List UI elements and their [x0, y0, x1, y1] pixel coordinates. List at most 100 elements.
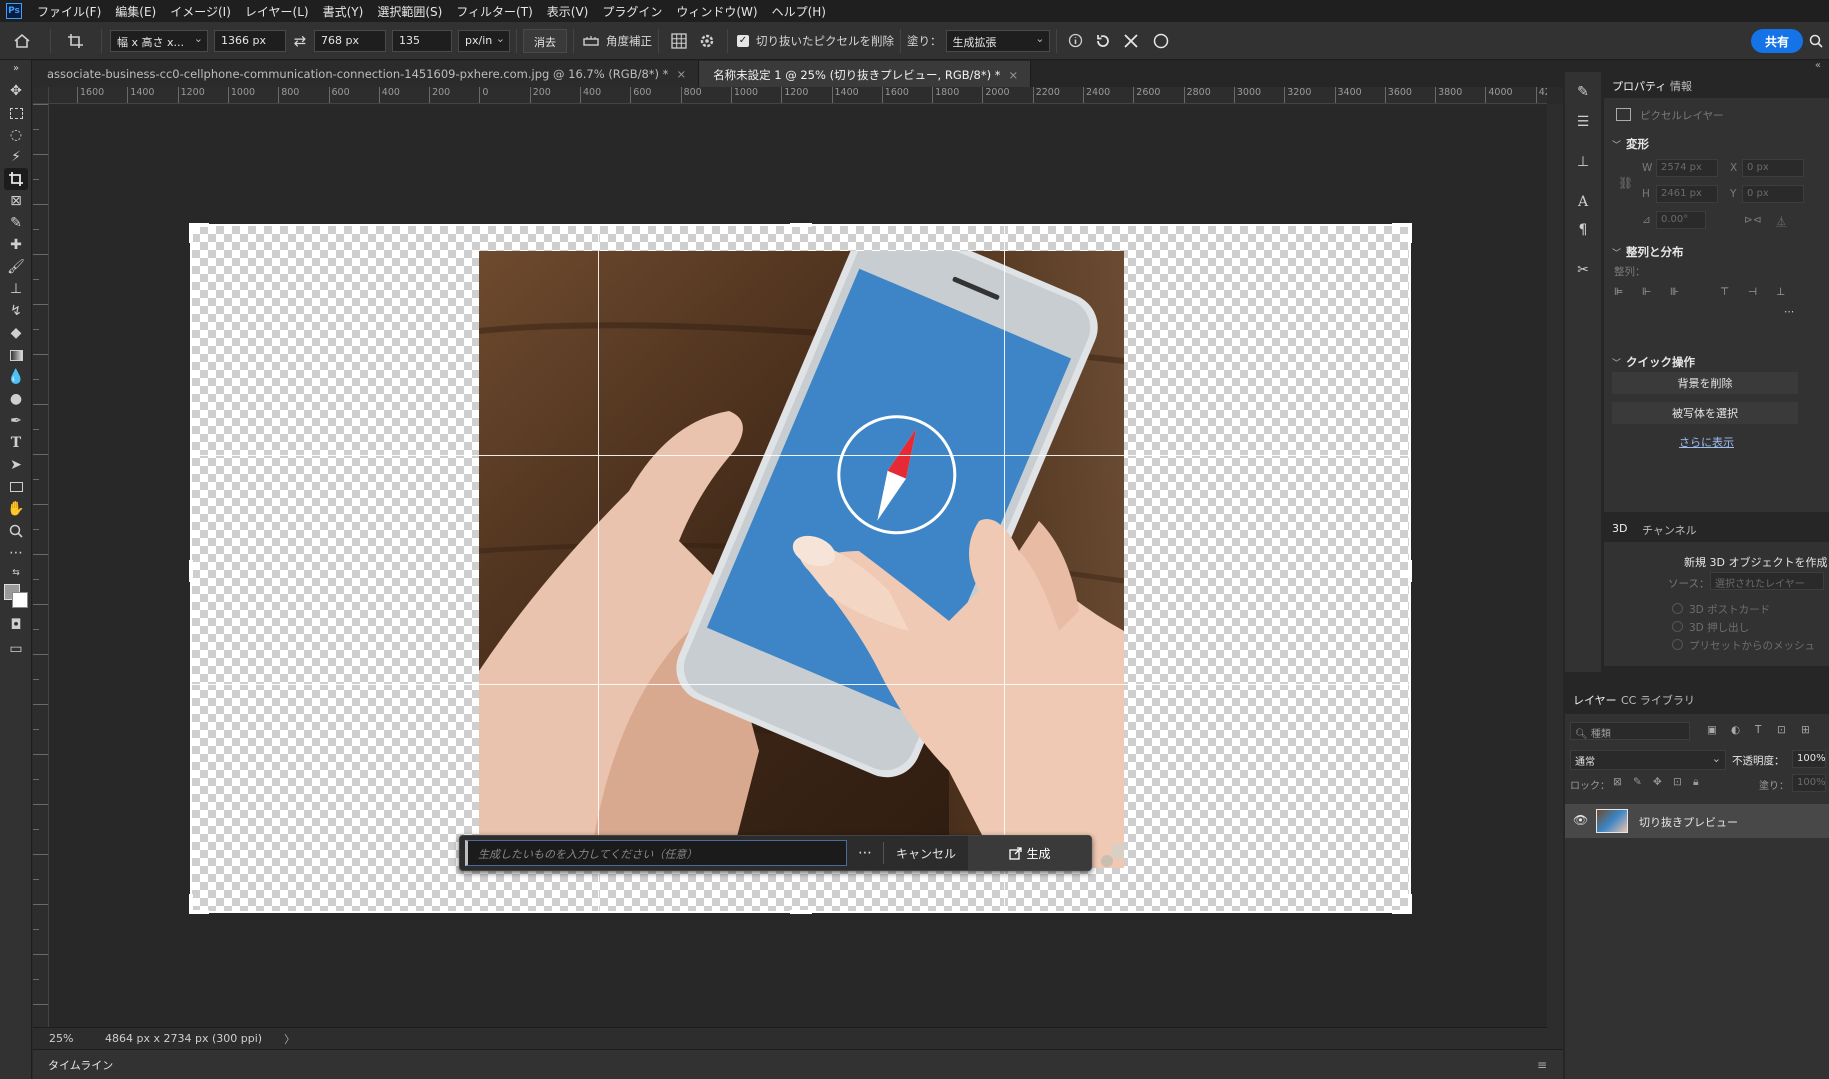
move-tool-icon[interactable]: ✥ [4, 80, 28, 102]
home-icon[interactable] [0, 28, 44, 54]
postcard-radio[interactable]: 3D ポストカード [1672, 602, 1770, 617]
lock-artboard-icon[interactable]: ⊡ [1673, 776, 1682, 788]
fill-select[interactable]: 生成拡張 [945, 29, 1050, 52]
lasso-tool-icon[interactable]: ◌ [4, 124, 28, 146]
align-section-title[interactable]: 整列と分布 [1626, 244, 1684, 260]
crop-handle-top[interactable] [790, 223, 812, 227]
close-icon[interactable]: × [676, 67, 686, 81]
delete-cropped-checkbox[interactable]: ✓ [734, 28, 752, 54]
select-subject-button[interactable]: 被写体を選択 [1612, 402, 1798, 424]
paragraph-panel-icon[interactable]: ¶ [1573, 220, 1593, 240]
panel-menu-icon[interactable]: ≡ [1537, 1058, 1547, 1072]
tab-3d[interactable]: 3D [1612, 522, 1627, 535]
menu-window[interactable]: ウィンドウ(W) [669, 3, 764, 20]
gear-icon[interactable] [693, 28, 721, 54]
crop-handle-bottom-right[interactable] [1408, 894, 1412, 914]
ruler-origin[interactable] [33, 87, 49, 104]
height-field[interactable]: 2461 px [1656, 185, 1718, 203]
straighten-label[interactable]: 角度補正 [606, 33, 652, 49]
crop-handle-bottom-left[interactable] [189, 894, 193, 914]
rectangle-tool-icon[interactable] [4, 476, 28, 498]
chevron-down-icon[interactable]: ﹀ [1612, 246, 1621, 259]
canvas-area[interactable] [49, 105, 1547, 1027]
transform-section-title[interactable]: 変形 [1626, 136, 1649, 152]
eyedropper-tool-icon[interactable]: ✎ [4, 212, 28, 234]
align-center-icon[interactable]: ⊩ [1642, 286, 1651, 298]
align-top-icon[interactable]: ⊤ [1720, 286, 1729, 298]
delete-cropped-label[interactable]: 切り抜いたピクセルを削除 [756, 33, 894, 49]
blend-mode-select[interactable]: 通常 [1570, 750, 1726, 770]
grid-overlay-icon[interactable] [665, 28, 693, 54]
close-icon[interactable]: × [1009, 68, 1019, 82]
filter-adjustment-icon[interactable]: ◐ [1731, 724, 1740, 736]
lock-transparent-icon[interactable]: ⊠ [1613, 776, 1622, 788]
history-brush-tool-icon[interactable]: ↯ [4, 300, 28, 322]
align-bottom-icon[interactable]: ⊥ [1776, 286, 1785, 298]
filter-smart-icon[interactable]: ⊞ [1801, 724, 1810, 736]
crop-handle-top-right[interactable] [1408, 223, 1412, 243]
clear-button[interactable]: 消去 [523, 28, 567, 53]
brush-settings-icon[interactable]: ✎ [1573, 82, 1593, 102]
commit-crop-icon[interactable] [1145, 28, 1177, 54]
crop-box[interactable] [189, 223, 1412, 914]
swap-icon[interactable]: ⇄ [286, 28, 314, 54]
more-tools-icon[interactable]: ⋯ [4, 542, 28, 564]
collapse-panels-icon[interactable]: « [1815, 60, 1821, 71]
expand-toolbar-icon[interactable]: » [4, 62, 28, 74]
eye-icon[interactable]: 👁︎ [1573, 813, 1588, 827]
brush-tool-icon[interactable]: 🖌 [4, 256, 28, 278]
flip-vertical-icon[interactable]: ⏅ [1776, 214, 1787, 229]
x-field[interactable]: 0 px [1742, 159, 1804, 177]
quick-actions-title[interactable]: クイック操作 [1626, 354, 1695, 370]
dodge-tool-icon[interactable]: ● [4, 388, 28, 410]
timeline-tab[interactable]: タイムライン [48, 1057, 113, 1073]
cancel-button[interactable]: キャンセル [884, 845, 968, 862]
mesh-preset-radio[interactable]: プリセットからのメッシュ [1672, 638, 1815, 653]
reset-icon[interactable] [1089, 28, 1117, 54]
screen-mode-icon[interactable]: ▭ [4, 638, 28, 660]
eraser-tool-icon[interactable]: ◆ [4, 322, 28, 344]
crop-handle-right[interactable] [1408, 560, 1412, 582]
crop-width-field[interactable]: 1366 px [214, 29, 286, 52]
healing-brush-tool-icon[interactable]: ✚ [4, 234, 28, 256]
flip-horizontal-icon[interactable]: ⊳⊲ [1744, 214, 1762, 226]
menu-edit[interactable]: 編集(E) [108, 3, 163, 20]
tab-document-1[interactable]: associate-business-cc0-cellphone-communi… [33, 61, 700, 87]
menu-file[interactable]: ファイル(F) [30, 3, 108, 20]
horizontal-ruler[interactable]: 1600 1400 1200 1000 800 600 400 200 0 200 400 600 80… [49, 87, 1547, 104]
straighten-icon[interactable] [580, 28, 602, 54]
filter-type-icon[interactable]: T [1755, 724, 1761, 736]
y-field[interactable]: 0 px [1742, 185, 1804, 203]
chevron-down-icon[interactable]: ﹀ [1612, 138, 1621, 151]
info-icon[interactable] [1063, 28, 1089, 54]
show-more-link[interactable]: さらに表示 [1679, 434, 1734, 450]
blur-tool-icon[interactable]: 💧 [4, 366, 28, 388]
filter-image-icon[interactable]: ▣ [1707, 724, 1717, 736]
more-options-button[interactable]: ⋯ [847, 845, 883, 861]
tab-cc-libraries[interactable]: CC ライブラリ [1621, 692, 1695, 708]
cancel-crop-icon[interactable] [1117, 28, 1145, 54]
vertical-ruler[interactable] [33, 104, 49, 1027]
tool-presets-icon[interactable]: ✂ [1573, 260, 1593, 280]
background-color-swatch[interactable] [12, 592, 28, 608]
crop-handle-left[interactable] [189, 560, 193, 582]
width-field[interactable]: 2574 px [1656, 159, 1718, 177]
document-info[interactable]: 4864 px x 2734 px (300 ppi) [105, 1032, 262, 1045]
source-select[interactable]: 選択されたレイヤー [1710, 572, 1824, 590]
resolution-field[interactable]: 135 [392, 29, 452, 52]
marquee-tool-icon[interactable] [4, 102, 28, 124]
type-tool-icon[interactable]: T [4, 432, 28, 454]
tab-properties[interactable]: プロパティ [1612, 78, 1666, 94]
generate-button[interactable]: 生成 [968, 836, 1091, 870]
layer-row[interactable]: 👁︎ 切り抜きプレビュー [1565, 804, 1829, 838]
lock-all-icon[interactable]: 🔒︎ [1693, 776, 1699, 789]
menu-view[interactable]: 表示(V) [540, 3, 596, 20]
share-button[interactable]: 共有 [1750, 28, 1803, 53]
menu-plugins[interactable]: プラグイン [595, 3, 669, 20]
fill-field[interactable]: 100% [1792, 774, 1826, 792]
lock-pixels-icon[interactable]: ✎ [1633, 776, 1642, 788]
filter-shape-icon[interactable]: ⊡ [1777, 724, 1786, 736]
layer-name[interactable]: 切り抜きプレビュー [1639, 814, 1738, 830]
magic-wand-tool-icon[interactable]: ⚡ [4, 146, 28, 168]
resolution-unit-select[interactable]: px/in [458, 29, 510, 52]
